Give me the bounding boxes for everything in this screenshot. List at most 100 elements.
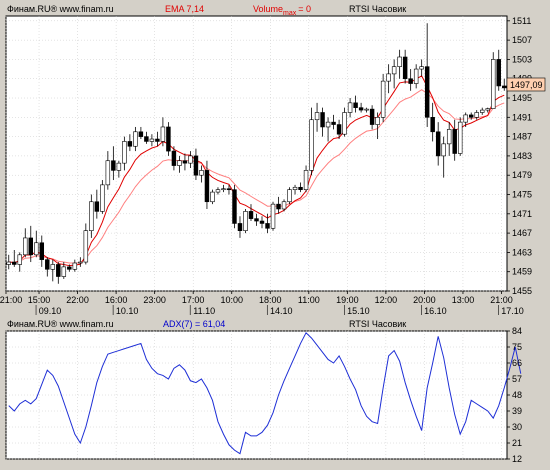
volume-value: = 0 [298, 4, 311, 14]
candle-body [34, 242, 39, 256]
candle-body [89, 201, 94, 231]
candle-body [320, 112, 325, 128]
x-tick-label: 15:00 [28, 295, 51, 305]
time-x-axis: 21:00 15:00 22:00 16:00 23:00 17:00 10:00 18:00… [0, 291, 524, 316]
x-tick-label: 17:00 [182, 295, 205, 305]
candle-body [336, 124, 342, 135]
price-y-tick-label: 1475 [512, 190, 532, 200]
candle-body [314, 112, 320, 121]
candle-body [325, 121, 331, 128]
x-tick-label: 19:00 [336, 295, 359, 305]
price-y-tick-label: 1463 [512, 247, 532, 257]
candle-body [166, 126, 171, 152]
candle [210, 189, 215, 205]
candle [491, 52, 496, 109]
candle-body [391, 66, 397, 75]
adx-y-tick-label: 21 [512, 438, 522, 448]
volume-sub-label: max [283, 10, 297, 17]
candle-body [364, 108, 369, 111]
candle-body [287, 189, 292, 203]
candle-body [430, 117, 435, 133]
adx-header-instrument: RTSI Часовик [349, 319, 406, 329]
candle-body [254, 218, 259, 222]
x-tick-label: 22:00 [66, 295, 89, 305]
candle-body [221, 188, 226, 191]
candle-body [402, 56, 408, 80]
price-header-source: Финам.RU® www.finam.ru [7, 4, 114, 14]
candle-body [226, 188, 232, 191]
candle-body [441, 143, 446, 157]
price-y-axis: 1455 1459 1463 1467 1471 1475 1479 1483 1487 1491… [507, 16, 532, 296]
candle-body [171, 150, 177, 166]
x-tick-label: 16:00 [105, 295, 128, 305]
candle-body [331, 121, 336, 125]
adx-y-tick-label: 66 [512, 358, 522, 368]
candle-body [122, 141, 127, 164]
candle-body [281, 201, 287, 210]
candle-body [419, 66, 424, 70]
adx-y-tick-label: 84 [512, 326, 522, 336]
candle-body [28, 237, 34, 256]
candle-body [50, 264, 56, 270]
candle-body [144, 136, 149, 142]
candle-body [380, 80, 386, 118]
candle-body [39, 242, 45, 260]
date-label: 09.10 [39, 306, 62, 316]
candle-body [72, 262, 78, 270]
price-y-tick-label: 1491 [512, 112, 532, 122]
candle-body [259, 220, 265, 224]
candle-body [435, 131, 441, 157]
candle-body [457, 121, 463, 154]
candle-body [105, 160, 111, 186]
candle-body [100, 184, 105, 212]
candle-body [215, 189, 221, 193]
candle-body [292, 186, 298, 190]
candle-body [6, 261, 11, 265]
candle-body [78, 261, 83, 264]
chart-window: 1455 1459 1463 1467 1471 1475 1479 1483 1487 1491… [0, 4, 546, 464]
candle-body [188, 155, 193, 164]
candle-body [298, 186, 303, 190]
volume-label: Volume [253, 4, 283, 14]
candle-body [369, 108, 375, 125]
price-plot-area [5, 15, 508, 292]
candle-body [182, 160, 188, 164]
candle-body [111, 160, 116, 171]
date-label: 14.10 [270, 306, 293, 316]
price-y-tick-label: 1483 [512, 151, 532, 161]
candle-body [463, 114, 468, 123]
candle-body [375, 117, 380, 125]
adx-y-axis: 12 21 30 39 48 57 66 75 84 [507, 326, 522, 464]
date-label: 15.10 [347, 306, 370, 316]
price-header-indicator: EMA 7,14 [165, 4, 204, 14]
candle-body [193, 155, 199, 176]
candle-body [67, 266, 72, 270]
adx-y-tick-label: 30 [512, 422, 522, 432]
price-y-tick-label: 1503 [512, 54, 532, 64]
candle-body [303, 170, 309, 190]
x-tick-label: 20:00 [413, 295, 436, 305]
price-y-tick-label: 1459 [512, 267, 532, 277]
candle-body [265, 223, 270, 229]
candle-body [408, 78, 413, 84]
x-tick-label: 21:00 [490, 295, 513, 305]
candle [380, 73, 386, 123]
price-y-tick-label: 1471 [512, 209, 532, 219]
candle-body [452, 129, 457, 154]
candle-body [397, 56, 402, 67]
candle-body [160, 126, 166, 142]
price-header-volume: Volumemax = 0 [253, 4, 311, 17]
candle-body [138, 131, 144, 137]
candle-body [94, 201, 100, 212]
adx-y-tick-label: 75 [512, 342, 522, 352]
candle [457, 117, 463, 156]
adx-y-tick-label: 57 [512, 374, 522, 384]
candle-body [61, 266, 67, 277]
candle-body [276, 203, 281, 210]
candle-body [237, 223, 243, 231]
x-tick-label: 11:00 [298, 295, 320, 305]
candle-body [386, 73, 391, 82]
candle-body [485, 108, 490, 111]
price-y-tick-label: 1495 [512, 93, 532, 103]
candle-body [309, 119, 314, 171]
